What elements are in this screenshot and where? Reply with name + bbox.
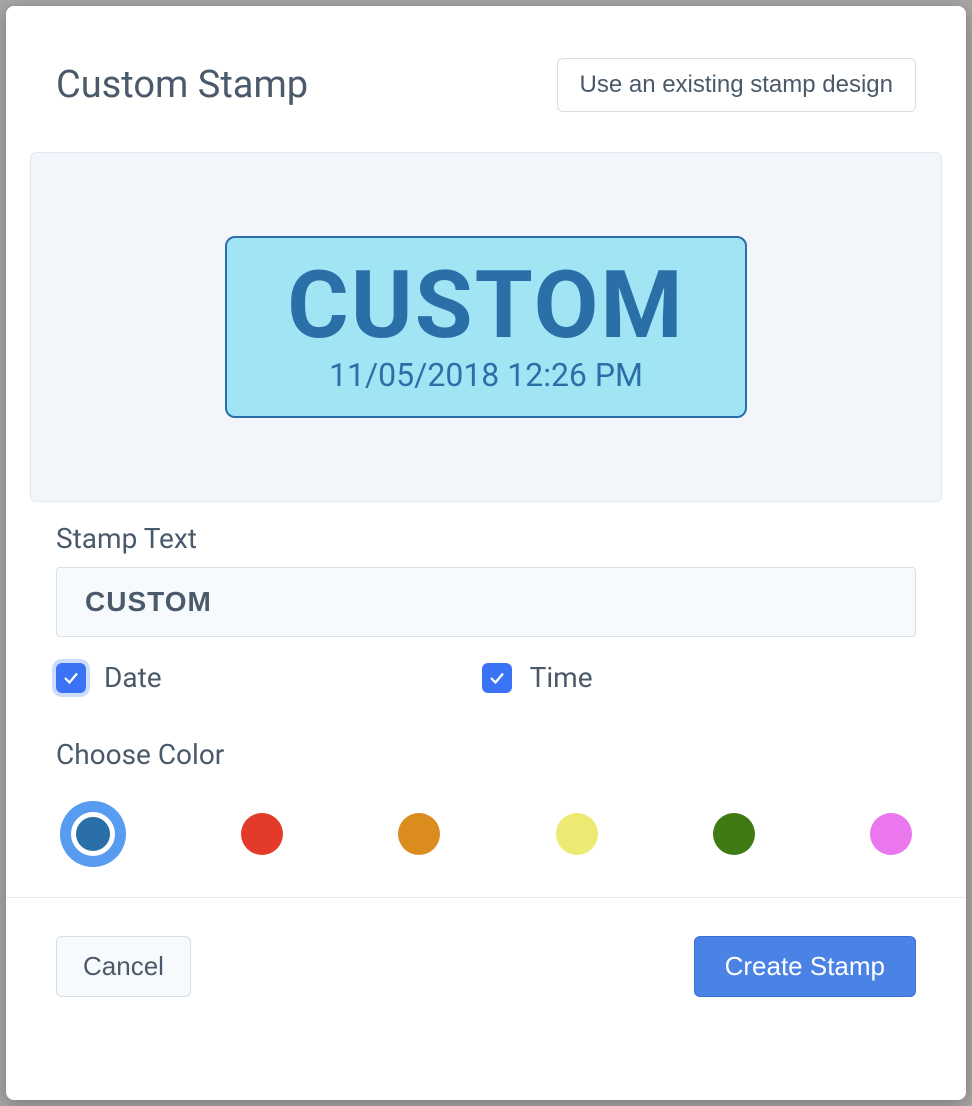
create-stamp-button[interactable]: Create Stamp [694,936,916,997]
time-checkbox[interactable] [482,663,512,693]
time-label: Time [530,661,593,694]
modal-footer: Cancel Create Stamp [6,897,966,1043]
color-swatch-blue-selected[interactable] [60,801,126,867]
modal-title: Custom Stamp [56,63,308,107]
modal-header: Custom Stamp Use an existing stamp desig… [6,6,966,142]
cancel-button[interactable]: Cancel [56,936,191,997]
color-swatch-red[interactable] [241,813,283,855]
choose-color-label: Choose Color [56,738,916,771]
checkbox-row: Date Time [56,661,916,694]
stamp-preview-datetime: 11/05/2018 12:26 PM [287,356,684,394]
stamp-text-label: Stamp Text [56,522,916,555]
stamp-text-input[interactable] [56,567,916,637]
color-swatch-green[interactable] [713,813,755,855]
date-checkbox-group: Date [56,661,162,694]
custom-stamp-modal: Custom Stamp Use an existing stamp desig… [6,6,966,1100]
color-swatch-inner [71,812,115,856]
color-swatch-yellow[interactable] [556,813,598,855]
time-checkbox-group: Time [482,661,593,694]
form-section: Stamp Text Date Time Choose Color [6,502,966,867]
date-label: Date [104,661,162,694]
use-existing-button[interactable]: Use an existing stamp design [557,58,917,112]
date-checkbox[interactable] [56,663,86,693]
check-icon [488,669,506,687]
stamp-preview-area: CUSTOM 11/05/2018 12:26 PM [30,152,942,502]
stamp-preview-text: CUSTOM [287,256,684,355]
color-swatch-orange[interactable] [398,813,440,855]
stamp-preview: CUSTOM 11/05/2018 12:26 PM [225,236,746,419]
color-row [56,801,916,867]
color-section: Choose Color [56,738,916,867]
check-icon [62,669,80,687]
color-swatch-pink[interactable] [870,813,912,855]
